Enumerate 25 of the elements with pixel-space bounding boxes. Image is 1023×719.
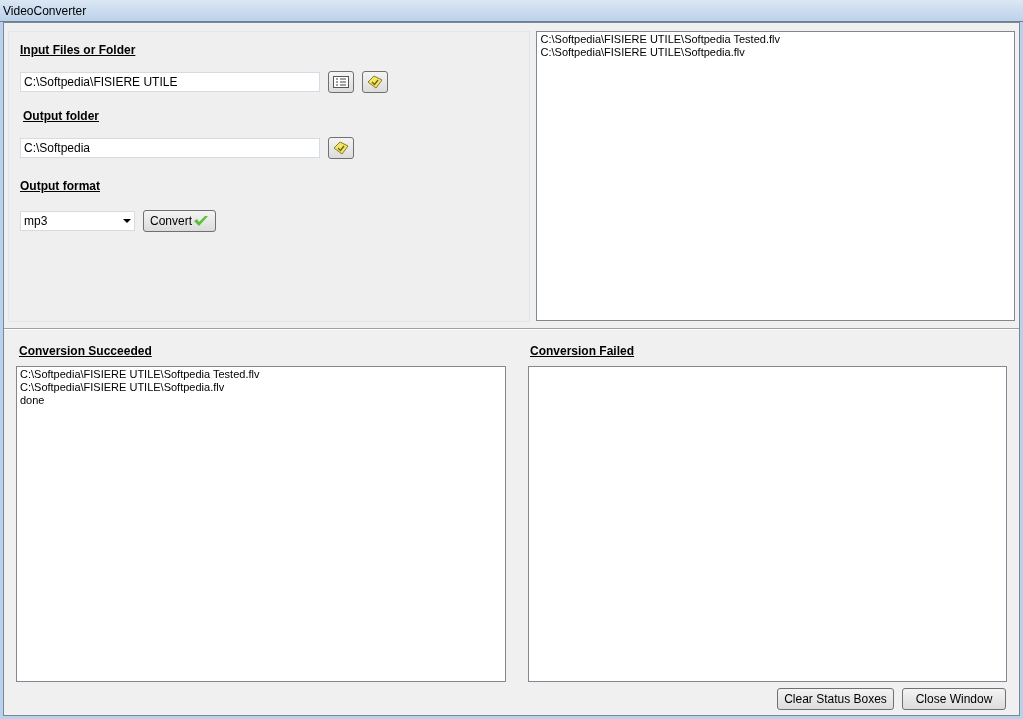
text-field[interactable]: C:\Softpedia\FISIERE UTILE [20, 72, 320, 92]
list-box[interactable]: C:\Softpedia\FISIERE UTILE\Softpedia Tested.flv C:\Softpedia\FISIERE UTILE\Softpedia.flv [536, 31, 1015, 321]
convert-button[interactable]: Convert [143, 210, 216, 232]
list-entry: C:\Softpedia\FISIERE UTILE\Softpedia.flv [540, 46, 746, 59]
check-icon [193, 215, 209, 227]
list-entry: C:\Softpedia\FISIERE UTILE\Softpedia.flv [20, 381, 226, 394]
list-icon [333, 76, 349, 88]
list-entry: C:\Softpedia\FISIERE UTILE\Softpedia Tested.flv [20, 368, 261, 381]
section-heading: Output format [20, 178, 101, 195]
text-field[interactable]: C:\Softpedia [20, 138, 320, 158]
window-title: VideoConverter [3, 2, 87, 20]
list-button[interactable] [328, 71, 354, 93]
format-dropdown[interactable]: mp3 [20, 211, 135, 231]
action-button[interactable]: Close Window [902, 688, 1006, 710]
list-entry: done [20, 394, 46, 407]
action-button[interactable]: Clear Status Boxes [777, 688, 894, 710]
section-heading: Conversion Failed [530, 343, 636, 360]
section-heading: Input Files or Folder [20, 42, 137, 59]
list-entry: C:\Softpedia\FISIERE UTILE\Softpedia Tested.flv [540, 33, 781, 46]
section-heading: Conversion Succeeded [19, 343, 153, 360]
list-box[interactable]: C:\Softpedia\FISIERE UTILE\Softpedia Tested.flv C:\Softpedia\FISIERE UTILE\Softpedia.flv done [16, 366, 506, 682]
browse-button[interactable] [328, 137, 354, 159]
section-heading: Output folder [23, 108, 100, 125]
browse-button[interactable] [362, 71, 388, 93]
caret-icon [123, 219, 131, 223]
